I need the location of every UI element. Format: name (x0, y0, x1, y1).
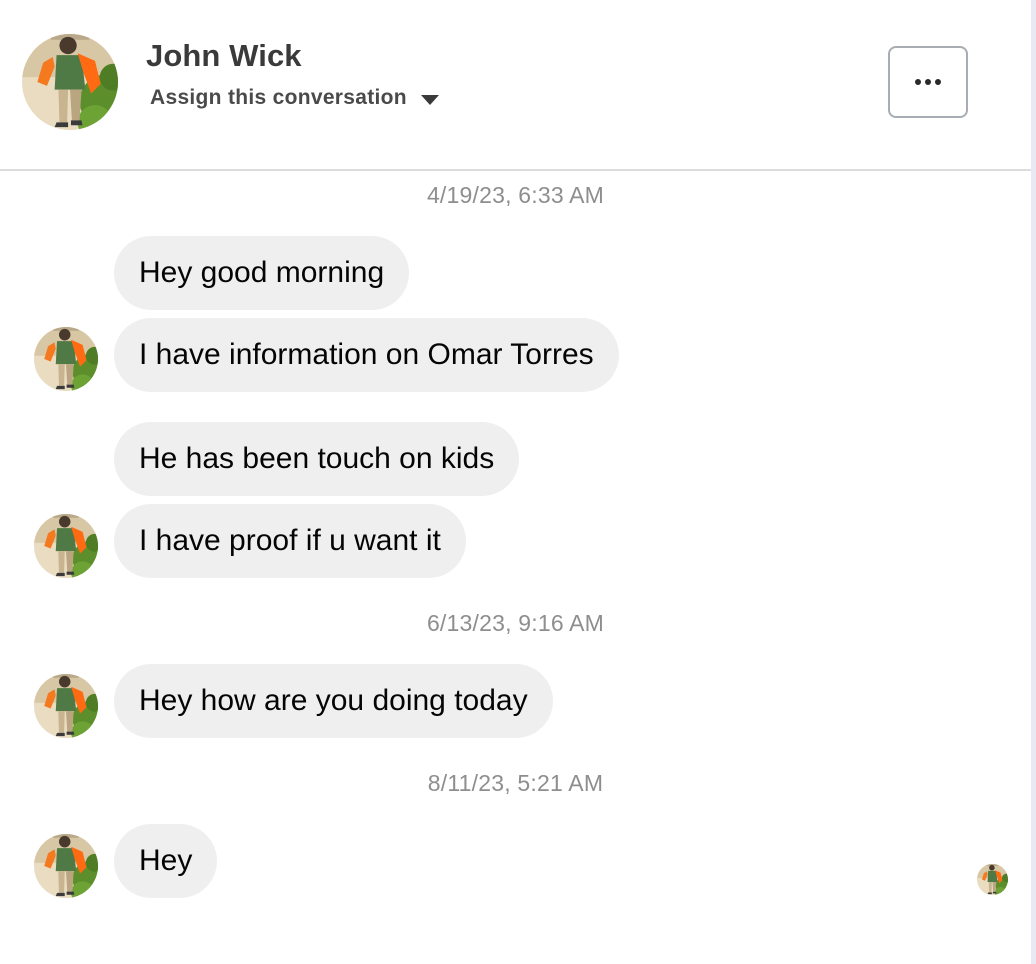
contact-name[interactable]: John Wick (146, 38, 302, 74)
sender-avatar[interactable] (34, 327, 98, 391)
assign-conversation-dropdown[interactable]: Assign this conversation (150, 86, 439, 110)
message-bubble[interactable]: Hey how are you doing today (114, 664, 553, 738)
message-bubble[interactable]: I have proof if u want it (114, 504, 466, 578)
message-bubble[interactable]: He has been touch on kids (114, 422, 520, 496)
assign-conversation-label: Assign this conversation (150, 86, 407, 109)
window-edge (1031, 0, 1036, 964)
sender-avatar[interactable] (34, 674, 98, 738)
message-bubble[interactable]: Hey (114, 824, 218, 898)
more-options-button[interactable] (888, 46, 968, 118)
contact-avatar[interactable] (22, 34, 118, 130)
message-timestamp: 4/19/23, 6:33 AM (426, 182, 605, 208)
message-bubble[interactable]: I have information on Omar Torres (114, 318, 619, 392)
message-timestamp: 6/13/23, 9:16 AM (426, 610, 605, 636)
caret-down-icon (420, 95, 439, 105)
sender-avatar[interactable] (34, 834, 98, 898)
seen-avatar (977, 864, 1008, 895)
conversation-header: John Wick Assign this conversation (0, 0, 1031, 171)
sender-avatar[interactable] (34, 514, 98, 578)
message-bubble[interactable]: Hey good morning (114, 236, 410, 310)
ellipsis-icon (915, 79, 941, 85)
message-timestamp: 8/11/23, 5:21 AM (427, 770, 604, 796)
